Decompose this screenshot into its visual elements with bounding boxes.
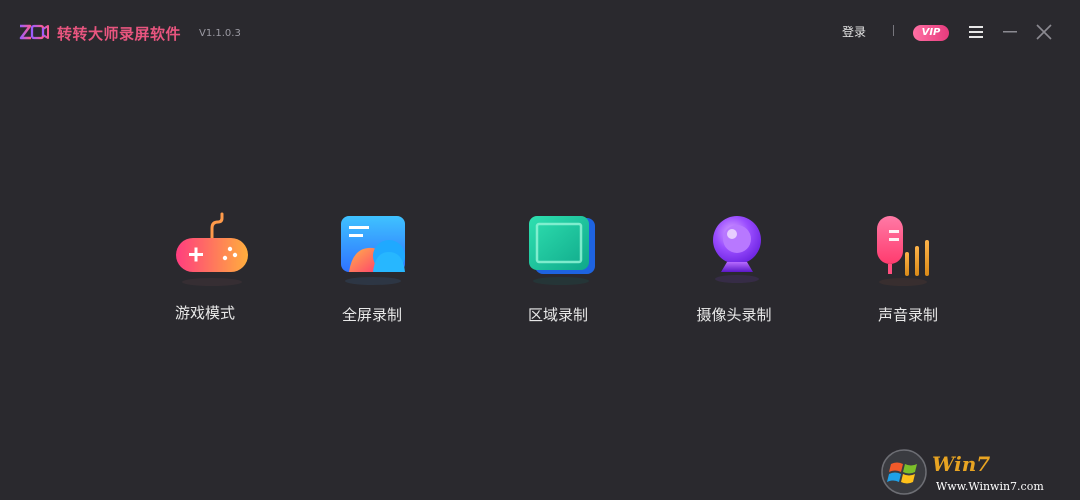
title-bar: 转转大师录屏软件 V1.1.0.3 登录 VIP bbox=[0, 0, 1080, 64]
menu-button[interactable] bbox=[966, 22, 986, 42]
watermark: Win7 Www.Winwin7.com bbox=[880, 448, 1076, 498]
mode-audio-label: 声音录制 bbox=[877, 306, 938, 324]
vip-badge-button[interactable]: VIP bbox=[913, 25, 949, 41]
mode-region-button[interactable]: 区域录制 bbox=[493, 212, 623, 332]
app-version: V1.1.0.3 bbox=[199, 28, 241, 39]
watermark-url: Www.Winwin7.com bbox=[936, 480, 1044, 493]
minimize-icon bbox=[1000, 22, 1020, 42]
mode-fullscreen-button[interactable]: 全屏录制 bbox=[307, 212, 437, 332]
mode-audio-button[interactable]: 声音录制 bbox=[843, 212, 973, 332]
app-logo-icon bbox=[18, 22, 50, 44]
mode-camera-label: 摄像头录制 bbox=[696, 306, 772, 324]
close-button[interactable] bbox=[1034, 22, 1054, 42]
mode-region-label: 区域录制 bbox=[527, 306, 588, 324]
header-divider bbox=[893, 25, 894, 36]
region-icon bbox=[525, 212, 605, 290]
mode-camera-button[interactable]: 摄像头录制 bbox=[669, 212, 799, 332]
fullscreen-icon bbox=[339, 212, 419, 290]
camera-icon bbox=[701, 212, 781, 290]
microphone-icon bbox=[875, 212, 955, 290]
watermark-title: Win7 bbox=[932, 452, 991, 476]
menu-icon bbox=[966, 22, 986, 42]
windows-logo-icon bbox=[880, 448, 928, 496]
close-icon bbox=[1034, 22, 1054, 42]
mode-game-button[interactable]: 游戏模式 bbox=[140, 212, 270, 332]
mode-fullscreen-label: 全屏录制 bbox=[341, 306, 402, 324]
app-title: 转转大师录屏软件 bbox=[57, 25, 182, 43]
minimize-button[interactable] bbox=[1000, 22, 1020, 42]
login-link[interactable]: 登录 bbox=[842, 23, 866, 40]
mode-game-label: 游戏模式 bbox=[174, 304, 235, 322]
gamepad-icon bbox=[172, 212, 252, 290]
